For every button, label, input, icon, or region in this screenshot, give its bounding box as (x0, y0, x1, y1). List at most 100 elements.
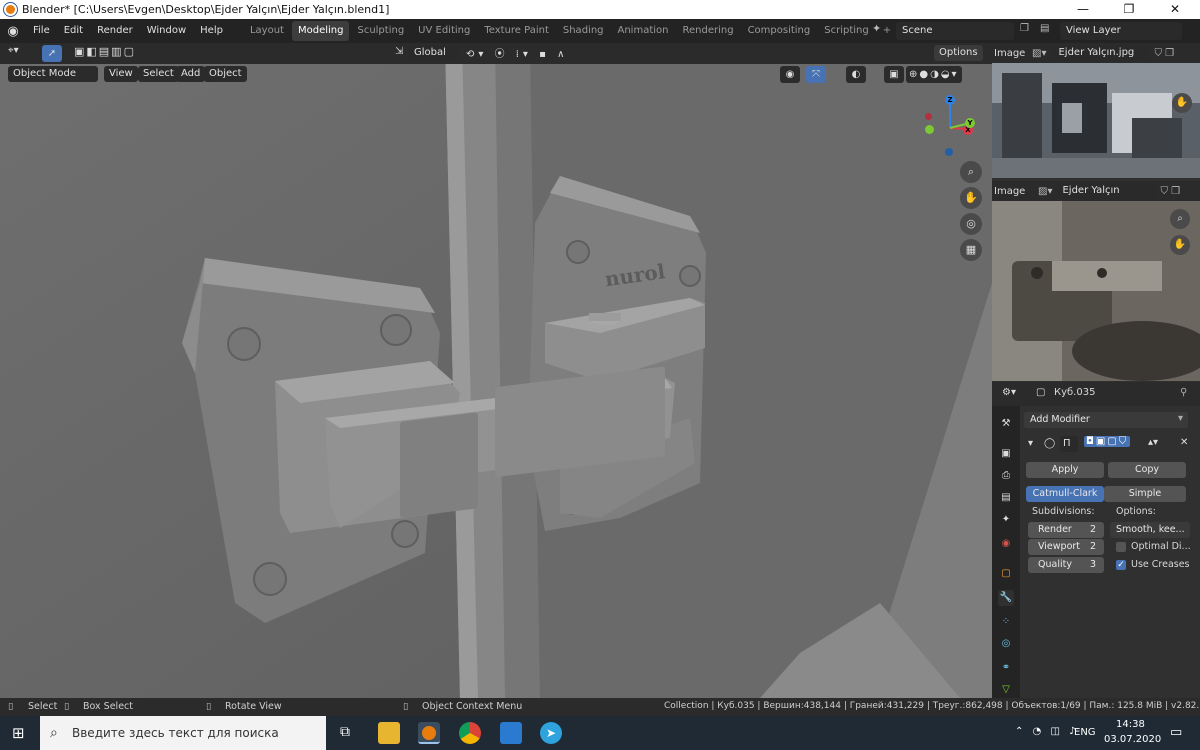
view-menu[interactable]: View (104, 66, 138, 82)
pin-icon[interactable]: ⚲ (1180, 387, 1187, 398)
zoom-icon[interactable]: ⌕ (960, 161, 982, 183)
gizmo-z-axis[interactable]: Z (945, 95, 955, 105)
menu-edit[interactable]: Edit (57, 19, 90, 43)
chrome-icon[interactable] (459, 722, 481, 744)
tab-scripting[interactable]: Scripting (818, 21, 874, 41)
reference-image-top[interactable]: ✋ (992, 63, 1200, 178)
modifier-tab-icon[interactable]: 🔧 (998, 590, 1014, 606)
image-pan-icon[interactable]: ✋ (1170, 235, 1190, 255)
3d-viewport[interactable]: nurol ⌖▾ ➚ ▣◧▤▥▢ ⇲ Global ⟲▾ ⦿ ⁞▾ ▪ ∧ Op… (0, 43, 992, 698)
tab-shading[interactable]: Shading (557, 21, 610, 41)
object-tab-icon[interactable]: ▢ (998, 566, 1014, 582)
remove-modifier-icon[interactable]: ✕ (1180, 437, 1188, 448)
orientation-dropdown[interactable]: Global (408, 45, 458, 61)
use-creases-checkbox[interactable]: ✓ (1116, 560, 1126, 570)
apply-button[interactable]: Apply (1026, 462, 1104, 478)
add-modifier-dropdown[interactable]: Add Modifier (1024, 412, 1188, 428)
modifier-visibility-icons[interactable]: ◘▣▢⛉ (1084, 436, 1131, 447)
collapse-modifier-icon[interactable]: ▾ (1028, 438, 1033, 449)
view-layer-tab-icon[interactable]: ▤ (998, 490, 1014, 506)
tool-tab-icon[interactable]: ⚒ (998, 416, 1014, 432)
data-tab-icon[interactable]: ▽ (998, 682, 1014, 698)
selection-mode-icons[interactable]: ▣◧▤▥▢ (74, 45, 136, 58)
reference-image-bottom[interactable]: ⌕ ✋ (992, 201, 1200, 381)
blender-menu-icon[interactable]: ◉ (0, 24, 26, 39)
properties-editor-type-icon[interactable]: ⚙▾ (1002, 387, 1016, 398)
gizmo-neg-y[interactable] (925, 125, 934, 134)
constraints-tab-icon[interactable]: ⚭ (998, 660, 1014, 676)
viewport-levels-field[interactable]: Viewport 2 (1028, 539, 1104, 555)
object-menu[interactable]: Object (204, 66, 247, 82)
telegram-icon[interactable]: ➤ (540, 722, 562, 744)
tab-layout[interactable]: Layout (244, 21, 290, 41)
tab-sculpting[interactable]: Sculpting (351, 21, 410, 41)
modifier-name-field[interactable]: П (1060, 436, 1078, 452)
menu-help[interactable]: Help (193, 19, 230, 43)
task-view-icon[interactable]: ⧉ (340, 724, 350, 740)
image-browse-icon-bottom[interactable]: ▨▾ (1038, 186, 1052, 197)
image-menu-top[interactable]: Image (994, 48, 1032, 59)
select-tool-icon[interactable]: ➚ (42, 45, 62, 62)
tab-animation[interactable]: Animation (612, 21, 675, 41)
output-tab-icon[interactable]: ⎙ (998, 468, 1014, 484)
scene-copy-icon[interactable]: ❐ (1020, 23, 1029, 34)
shading-mode-icons[interactable]: ⊕●◑◒▾ (906, 66, 962, 83)
photos-icon[interactable] (500, 722, 522, 744)
image-name-top[interactable]: Ejder Yalçın.jpg (1052, 45, 1149, 61)
menu-file[interactable]: File (26, 19, 57, 43)
overlay-icon[interactable]: ◐ (846, 66, 866, 83)
physics-tab-icon[interactable]: ◎ (998, 636, 1014, 652)
close-button[interactable]: ✕ (1152, 0, 1198, 19)
world-tab-icon[interactable]: ◉ (998, 536, 1014, 552)
tab-compositing[interactable]: Compositing (742, 21, 817, 41)
visibility-icon[interactable]: ◉ (780, 66, 800, 83)
image-menu-bottom[interactable]: Image (994, 186, 1038, 197)
camera-view-icon[interactable]: ◎ (960, 213, 982, 235)
tab-texture-paint[interactable]: Texture Paint (478, 21, 555, 41)
gizmo-toggle-icon[interactable]: ⤧ (806, 66, 826, 83)
windows-start-icon[interactable]: ⊞ (12, 724, 25, 742)
tab-uv-editing[interactable]: UV Editing (412, 21, 476, 41)
gizmo-neg-z[interactable] (945, 148, 953, 156)
image-zoom-icon[interactable]: ⌕ (1170, 209, 1190, 229)
file-explorer-icon[interactable] (378, 722, 400, 744)
add-menu[interactable]: Add (176, 66, 206, 82)
maximize-button[interactable]: ❐ (1106, 0, 1152, 19)
language-indicator[interactable]: ENG (1074, 727, 1096, 738)
image-shield-icon-bottom[interactable]: ⛉ ❐ (1160, 186, 1180, 197)
select-menu[interactable]: Select (138, 66, 179, 82)
clock-date[interactable]: 03.07.2020 (1104, 734, 1161, 745)
notifications-icon[interactable]: ▭ (1170, 725, 1182, 740)
blender-taskbar-icon[interactable] (418, 722, 440, 744)
image-browse-icon[interactable]: ▨▾ (1032, 48, 1046, 59)
tab-rendering[interactable]: Rendering (676, 21, 739, 41)
copy-button[interactable]: Copy (1108, 462, 1186, 478)
simple-tab[interactable]: Simple (1104, 486, 1186, 502)
system-tray-icons[interactable]: ⌃ ◔ ◫ ♪ (1015, 726, 1078, 737)
scene-tab-icon[interactable]: ✦ (998, 512, 1014, 528)
gizmo-y-axis[interactable]: Y (965, 118, 975, 128)
navigation-gizmo[interactable]: Z X Y (920, 93, 980, 158)
view-layer-field[interactable]: View Layer (1060, 22, 1182, 40)
editor-type-icon[interactable]: ⌖▾ (8, 45, 19, 56)
image-pan-hand-icon[interactable]: ✋ (1172, 93, 1192, 113)
move-up-down-icon[interactable]: ▴▾ (1148, 437, 1158, 448)
render-tab-icon[interactable]: ▣ (998, 446, 1014, 462)
quality-field[interactable]: Quality 3 (1028, 557, 1104, 573)
uv-smooth-dropdown[interactable]: Smooth, kee... (1110, 522, 1190, 538)
render-levels-field[interactable]: Render 2 (1028, 522, 1104, 538)
tab-modeling[interactable]: Modeling (291, 21, 350, 41)
clock-time[interactable]: 14:38 (1116, 719, 1145, 730)
pan-hand-icon[interactable]: ✋ (960, 187, 982, 209)
menu-render[interactable]: Render (90, 19, 140, 43)
perspective-grid-icon[interactable]: ▦ (960, 239, 982, 261)
mode-dropdown[interactable]: Object Mode (8, 66, 98, 82)
xray-icon[interactable]: ▣ (884, 66, 904, 83)
pivot-snap-icons[interactable]: ⟲▾ ⦿ ⁞▾ ▪ ∧ (466, 45, 568, 60)
particles-tab-icon[interactable]: ⁘ (998, 614, 1014, 630)
optimal-display-checkbox[interactable] (1116, 542, 1126, 552)
gizmo-neg-x[interactable] (925, 113, 932, 120)
scene-field[interactable]: Scene (896, 22, 1014, 40)
menu-window[interactable]: Window (140, 19, 193, 43)
image-name-bottom[interactable]: Ejder Yalçın 12.jpg (1056, 183, 1157, 212)
